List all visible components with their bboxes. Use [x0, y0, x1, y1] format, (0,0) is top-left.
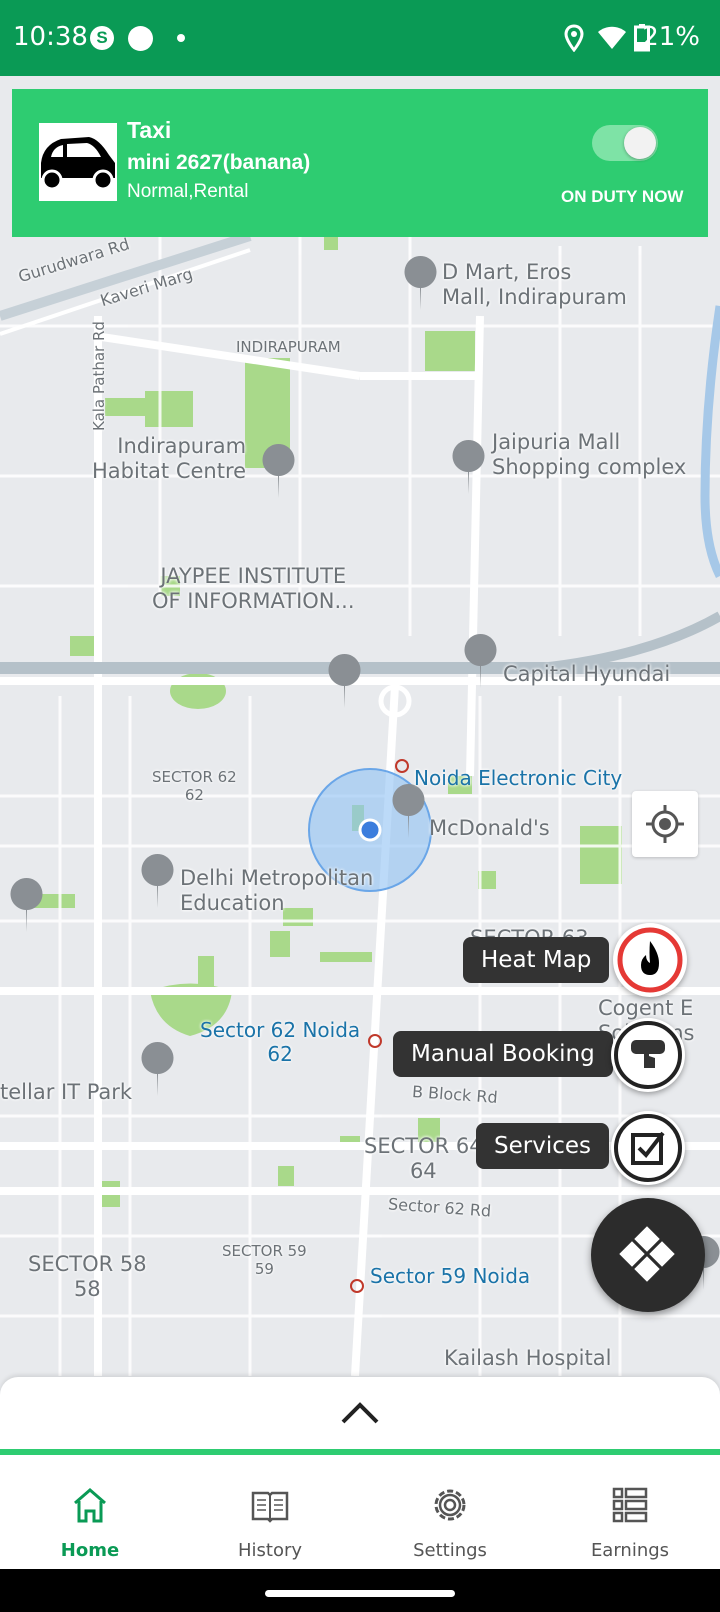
label-sector-59-noida: Sector 59 Noida — [370, 1264, 531, 1288]
label-dmart: D Mart, Eros Mall, Indirapuram — [442, 260, 627, 310]
duty-status-text: ON DUTY NOW — [561, 187, 684, 206]
dot-icon — [177, 34, 185, 42]
manual-booking-label[interactable]: Manual Booking — [393, 1031, 613, 1077]
nav-home[interactable]: Home — [0, 1455, 180, 1569]
manual-booking-button[interactable] — [611, 1018, 685, 1092]
label-kala-pathar-rd: Kala Pathar Rd — [90, 321, 108, 431]
services-label[interactable]: Services — [476, 1123, 609, 1169]
fire-icon — [617, 927, 683, 993]
book-icon — [251, 1491, 289, 1523]
label-habitat-centre: Indirapuram Habitat Centre — [92, 434, 247, 484]
nav-earnings[interactable]: Earnings — [540, 1455, 720, 1569]
status-time: 10:38 — [13, 22, 88, 52]
label-capital-hyundai: Capital Hyundai — [503, 662, 671, 686]
heat-map-button[interactable] — [613, 923, 687, 997]
chevron-up-icon — [341, 1402, 379, 1424]
skype-icon: S — [90, 26, 114, 50]
vehicle-status-card: Taxi mini 2627(banana) Normal,Rental ON … — [12, 89, 708, 237]
battery-percent: 21% — [642, 22, 700, 52]
diamonds-icon — [619, 1226, 675, 1282]
gear-icon — [434, 1489, 466, 1521]
label-sector-64: SECTOR 64 64 — [364, 1134, 483, 1184]
circle-icon — [128, 26, 153, 51]
system-gesture-bar — [0, 1569, 720, 1612]
manual-booking-icon — [614, 1021, 682, 1089]
location-icon — [564, 24, 584, 52]
toggle-knob — [624, 127, 656, 159]
nav-settings[interactable]: Settings — [360, 1455, 540, 1569]
duty-toggle[interactable] — [592, 125, 658, 161]
label-delhi-metropolitan: Delhi Metropolitan Education — [180, 866, 374, 916]
earnings-list-icon — [612, 1487, 648, 1523]
status-bar: 10:38 S 21% — [0, 0, 720, 76]
wifi-icon — [598, 26, 626, 49]
checkbox-icon — [614, 1114, 682, 1182]
label-indirapuram: INDIRAPURAM — [236, 338, 341, 356]
nav-home-label: Home — [60, 1540, 120, 1561]
bottom-navigation: Home History Settings Earnings — [0, 1449, 720, 1569]
services-button[interactable] — [611, 1111, 685, 1185]
nav-history-label: History — [237, 1540, 303, 1561]
vehicle-type: Taxi — [127, 117, 172, 143]
label-jaypee: JAYPEE INSTITUTE OF INFORMATION... — [152, 564, 355, 614]
home-gesture-handle[interactable] — [265, 1590, 455, 1597]
label-sector-58: SECTOR 58 58 — [28, 1252, 147, 1302]
fab-menu-toggle-button[interactable] — [591, 1198, 705, 1312]
label-jaipuria-mall: Jaipuria Mall Shopping complex — [492, 430, 687, 480]
label-sector-62: SECTOR 62 62 — [152, 768, 237, 804]
label-noida-electronic-city: Noida Electronic City — [414, 766, 623, 790]
car-icon — [39, 123, 117, 201]
label-kailash-hospital: Kailash Hospital — [444, 1346, 612, 1370]
bottom-sheet-handle[interactable] — [0, 1377, 720, 1449]
nav-history[interactable]: History — [180, 1455, 360, 1569]
label-stellar-it-park: tellar IT Park — [0, 1080, 133, 1104]
my-location-button[interactable] — [632, 791, 698, 857]
nav-earnings-label: Earnings — [590, 1540, 670, 1561]
vehicle-modes: Normal,Rental — [127, 181, 249, 202]
heat-map-label[interactable]: Heat Map — [463, 937, 610, 983]
label-sector-59: SECTOR 59 59 — [222, 1242, 307, 1278]
label-mcdonalds: McDonald's — [429, 816, 550, 840]
label-sector-62-noida: Sector 62 Noida 62 — [200, 1018, 361, 1066]
home-icon — [74, 1488, 106, 1523]
nav-settings-label: Settings — [413, 1540, 487, 1561]
crosshair-icon — [646, 805, 684, 843]
vehicle-name: mini 2627(banana) — [127, 151, 311, 174]
